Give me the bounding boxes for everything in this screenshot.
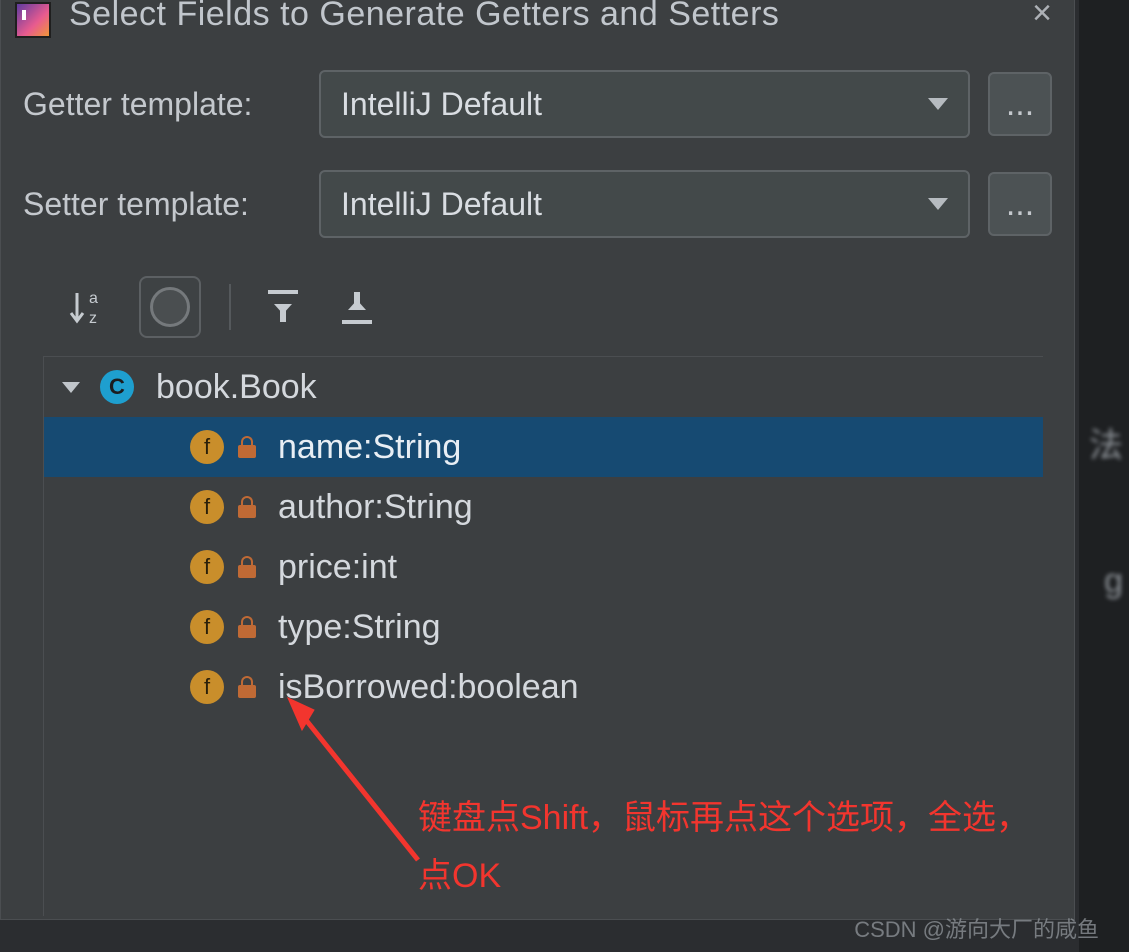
setter-template-select[interactable]: IntelliJ Default [319, 170, 970, 238]
expand-all-button[interactable] [259, 283, 307, 331]
circle-icon [150, 287, 190, 327]
getter-template-value: IntelliJ Default [341, 86, 542, 123]
class-node[interactable]: C book.Book [44, 357, 1043, 417]
field-node[interactable]: f name:String [44, 417, 1043, 477]
chevron-down-icon [928, 98, 948, 110]
field-icon: f [190, 610, 224, 644]
form-area: Getter template: IntelliJ Default ... Se… [1, 40, 1074, 926]
field-icon: f [190, 430, 224, 464]
field-label: author:String [278, 488, 473, 527]
field-label: isBorrowed:boolean [278, 668, 579, 707]
dialog-title: Select Fields to Generate Getters and Se… [69, 0, 779, 34]
field-node[interactable]: f isBorrowed:boolean [44, 657, 1043, 717]
sort-alpha-button[interactable]: a z [65, 283, 113, 331]
chevron-down-icon [62, 382, 80, 393]
getter-template-row: Getter template: IntelliJ Default ... [23, 70, 1052, 138]
svg-text:z: z [89, 310, 97, 327]
getter-template-browse-button[interactable]: ... [988, 72, 1052, 136]
collapse-all-button[interactable] [333, 283, 381, 331]
lock-icon [238, 556, 256, 578]
show-classes-toggle[interactable] [139, 276, 201, 338]
class-name: book.Book [156, 368, 317, 407]
svg-text:a: a [89, 290, 98, 307]
toolbar-separator [229, 284, 231, 330]
field-node[interactable]: f author:String [44, 477, 1043, 537]
getter-template-label: Getter template: [23, 86, 301, 123]
getter-template-select[interactable]: IntelliJ Default [319, 70, 970, 138]
lock-icon [238, 676, 256, 698]
chevron-down-icon [928, 198, 948, 210]
lock-icon [238, 436, 256, 458]
tree-toolbar: a z [23, 270, 1052, 352]
field-icon: f [190, 550, 224, 584]
background-strip [1079, 0, 1129, 952]
setter-template-label: Setter template: [23, 186, 301, 223]
lock-icon [238, 496, 256, 518]
field-node[interactable]: f type:String [44, 597, 1043, 657]
fields-tree[interactable]: C book.Book f name:String f author:Strin… [43, 356, 1043, 916]
field-label: type:String [278, 608, 441, 647]
field-label: price:int [278, 548, 397, 587]
field-label: name:String [278, 428, 461, 467]
dialog: Select Fields to Generate Getters and Se… [0, 0, 1075, 920]
setter-template-browse-button[interactable]: ... [988, 172, 1052, 236]
bg-glyph-2: g [1104, 562, 1123, 601]
watermark: CSDN @游向大厂的咸鱼 [854, 912, 1099, 944]
close-icon[interactable]: × [1024, 0, 1060, 30]
class-icon: C [100, 370, 134, 404]
lock-icon [238, 616, 256, 638]
bg-glyph-1: 法 [1089, 418, 1123, 467]
setter-template-value: IntelliJ Default [341, 186, 542, 223]
setter-template-row: Setter template: IntelliJ Default ... [23, 170, 1052, 238]
field-icon: f [190, 670, 224, 704]
intellij-app-icon [15, 2, 51, 38]
field-node[interactable]: f price:int [44, 537, 1043, 597]
title-bar: Select Fields to Generate Getters and Se… [1, 0, 1074, 40]
field-icon: f [190, 490, 224, 524]
